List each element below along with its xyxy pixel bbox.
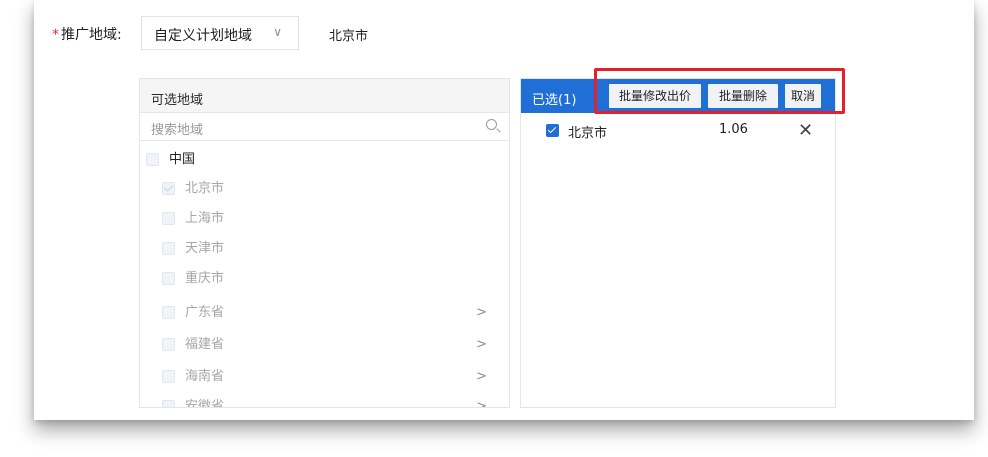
chevron-down-icon: ∨ — [273, 25, 282, 39]
chevron-right-icon[interactable]: > — [476, 335, 487, 355]
checkbox[interactable] — [162, 306, 175, 319]
selected-summary: 北京市 — [329, 29, 369, 44]
tree-item-tianjin[interactable]: 天津市 — [162, 239, 501, 259]
checkbox[interactable] — [146, 153, 159, 166]
tree-item-anhui[interactable]: 安徽省 > — [162, 397, 501, 408]
search-icon[interactable] — [486, 119, 497, 130]
checkbox[interactable] — [162, 242, 175, 255]
tree-item-label: 中国 — [169, 152, 196, 167]
selected-item-row: 北京市 1.06 ✕ — [546, 120, 816, 141]
tree-item-label: 福建省 — [185, 337, 225, 352]
selected-item-price[interactable]: 1.06 — [719, 122, 748, 137]
tree-item-label: 安徽省 — [185, 399, 225, 408]
batch-edit-price-button[interactable]: 批量修改出价 — [609, 84, 701, 108]
tree-item-label: 广东省 — [185, 305, 225, 320]
region-select[interactable]: 自定义计划地域 ∨ — [141, 16, 299, 50]
chevron-right-icon[interactable]: > — [476, 303, 487, 323]
checkbox[interactable] — [162, 370, 175, 383]
required-mark: * — [52, 27, 59, 43]
tree-item-label: 上海市 — [185, 211, 225, 226]
region-label-text: 推广地域: — [61, 27, 122, 43]
selected-item-name: 北京市 — [568, 126, 608, 141]
close-icon[interactable]: ✕ — [798, 120, 813, 141]
search-placeholder: 搜索地域 — [151, 123, 204, 138]
tree-item-label: 北京市 — [185, 181, 225, 196]
cancel-button[interactable]: 取消 — [785, 84, 821, 108]
checkbox[interactable] — [162, 400, 175, 407]
checkbox[interactable] — [162, 212, 175, 225]
available-regions-header: 可选地域 — [140, 79, 509, 113]
region-select-value: 自定义计划地域 — [154, 28, 252, 44]
tree-item-hainan[interactable]: 海南省 > — [162, 367, 501, 387]
batch-delete-button[interactable]: 批量删除 — [708, 84, 778, 108]
chevron-right-icon[interactable]: > — [476, 367, 487, 387]
selected-regions-header: 已选(1) 批量修改出价 批量删除 取消 — [521, 79, 835, 113]
tree-item-beijing[interactable]: 北京市 — [162, 179, 501, 199]
selected-count: 已选(1) — [532, 93, 577, 108]
tree-item-china[interactable]: 中国 — [146, 150, 501, 170]
checkbox[interactable] — [162, 272, 175, 285]
tree-item-label: 海南省 — [185, 369, 225, 384]
tree-item-guangdong[interactable]: 广东省 > — [162, 303, 501, 323]
checkbox[interactable] — [162, 338, 175, 351]
region-label: * 推广地域: — [52, 24, 122, 44]
tree-item-shanghai[interactable]: 上海市 — [162, 209, 501, 229]
tree-item-label: 天津市 — [185, 241, 225, 256]
tree-item-label: 重庆市 — [185, 271, 225, 286]
tree-item-chongqing[interactable]: 重庆市 — [162, 269, 501, 289]
available-regions-panel: 可选地域 搜索地域 中国 北京市 上海市 天津市 重庆市 广东省 > 福建省 >… — [139, 78, 510, 408]
chevron-right-icon[interactable]: > — [476, 397, 487, 407]
tree-item-fujian[interactable]: 福建省 > — [162, 335, 501, 355]
selected-checkbox[interactable] — [546, 124, 559, 137]
search-input[interactable]: 搜索地域 — [140, 113, 509, 141]
checkbox[interactable] — [162, 182, 175, 195]
